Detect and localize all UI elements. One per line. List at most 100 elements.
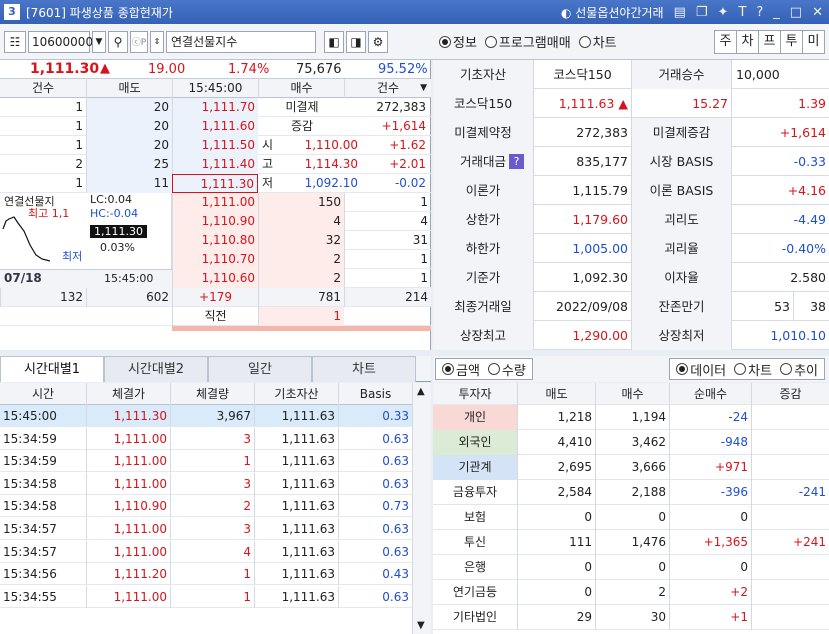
tick-row[interactable]: 15:34:59 1,111.00 1 1,111.63 0.63 — [0, 450, 431, 473]
stepper-icon[interactable]: ⇕ — [150, 30, 164, 53]
radio-info[interactable]: 정보 — [439, 32, 477, 51]
ask-count: 1 — [75, 138, 83, 152]
help-icon[interactable]: ? — [509, 154, 524, 169]
search-icon[interactable]: ⚲ — [108, 30, 128, 53]
investor-name[interactable]: 외국인 — [433, 430, 517, 455]
text-size-icon[interactable]: T — [738, 5, 746, 20]
scroll-up-icon[interactable]: ▲ — [417, 386, 425, 397]
info-label: 최종거래일 — [433, 292, 533, 321]
info-value: 10,000 — [731, 60, 829, 89]
code-hint-icon[interactable]: ⓒP — [130, 30, 148, 53]
ask-price[interactable]: 1,111.50 — [172, 136, 258, 155]
tab-tick-chart[interactable]: 차트 — [312, 356, 416, 382]
ask-price[interactable]: 1,111.60 — [172, 117, 258, 136]
ask-price[interactable]: 1,111.30 — [172, 174, 258, 193]
ask-price[interactable]: 1,111.70 — [172, 98, 258, 117]
tab-open-interest[interactable]: 미 — [802, 29, 825, 54]
bid-price[interactable]: 1,111.00 — [172, 193, 258, 212]
tick-row[interactable]: 15:34:59 1,111.00 3 1,111.63 0.63 — [0, 427, 431, 450]
radio-data[interactable]: 데이터 — [676, 360, 726, 379]
tick-row[interactable]: 15:34:58 1,111.00 3 1,111.63 0.63 — [0, 472, 431, 495]
investor-row: 보험 0 0 0 — [433, 505, 829, 530]
tab-program[interactable]: 프 — [758, 29, 781, 54]
bid-count: 31 — [344, 231, 431, 250]
radio-amount[interactable]: 금액 — [442, 360, 480, 379]
tab-time-2[interactable]: 시간대별2 — [104, 356, 208, 382]
tab-investor[interactable]: 투 — [780, 29, 803, 54]
investor-name[interactable]: 금융투자 — [433, 480, 517, 505]
link-window-icon[interactable]: ◧ — [324, 30, 344, 53]
info-label: 시장 BASIS — [631, 147, 731, 176]
bid-price[interactable]: 1,110.90 — [172, 212, 258, 231]
info-value: 1,010.10 — [731, 321, 829, 350]
tick-scrollbar[interactable]: ▲ ▼ — [412, 383, 431, 634]
radio-program[interactable]: 프로그램매매 — [484, 32, 571, 51]
investor-buy: 30 — [595, 605, 669, 630]
tick-row[interactable]: 15:34:57 1,111.00 3 1,111.63 0.63 — [0, 518, 431, 540]
tick-underlying: 1,111.63 — [254, 472, 338, 495]
ask-count: 1 — [75, 100, 83, 114]
investor-name[interactable]: 보험 — [433, 505, 517, 530]
tick-header: 시간 체결가 체결량 기초자산 Basis — [0, 383, 431, 405]
tab-time-1[interactable]: 시간대별1 — [0, 356, 104, 382]
tick-volume: 3 — [170, 472, 254, 495]
info-row: 하한가 1,005.00 괴리율 -0.40% — [433, 234, 829, 263]
tab-chart[interactable]: 차 — [736, 29, 759, 54]
info-label: 거래승수 — [631, 60, 731, 89]
investor-name[interactable]: 기관계 — [433, 455, 517, 480]
minimize-icon[interactable]: _ — [773, 5, 780, 20]
pin-icon[interactable]: ✦ — [718, 5, 729, 20]
total-diff: +179 — [172, 288, 258, 307]
radio-chart[interactable]: 차트 — [578, 32, 617, 51]
amount-qty-toggle: 금액 수량 — [435, 358, 533, 380]
help-icon[interactable]: ? — [756, 5, 763, 20]
info-label: 기준가 — [433, 263, 533, 292]
ask-price[interactable]: 1,111.40 — [172, 155, 258, 174]
tab-daily[interactable]: 일간 — [208, 356, 312, 382]
investor-name[interactable]: 기타법인 — [433, 605, 517, 630]
settings-gear-icon[interactable]: ⚙ — [368, 30, 388, 53]
tick-price: 1,111.00 — [86, 427, 170, 450]
bid-price[interactable]: 1,110.70 — [172, 250, 258, 269]
layout-icon[interactable]: ▤ — [674, 5, 686, 20]
radio-investor-chart[interactable]: 차트 — [734, 360, 772, 379]
tick-row[interactable]: 15:34:58 1,110.90 2 1,111.63 0.73 — [0, 495, 431, 518]
close-icon[interactable]: ✕ — [812, 5, 823, 20]
orderbook-header-cell: 건수 — [31, 81, 55, 95]
code-dropdown-icon[interactable]: ▼ — [92, 30, 106, 53]
investor-sell: 0 — [517, 580, 595, 605]
menu-icon[interactable]: ☷ — [4, 30, 26, 53]
scroll-down-icon[interactable]: ▼ — [417, 620, 425, 631]
investor-name[interactable]: 개인 — [433, 405, 517, 430]
tick-row[interactable]: 15:34:55 1,111.00 1 1,111.63 0.63 — [0, 585, 431, 608]
code-input[interactable]: 10600000 — [28, 30, 93, 53]
investor-name[interactable]: 은행 — [433, 555, 517, 580]
ohlc-label: 시 — [262, 138, 274, 152]
symbol-name-field[interactable]: 연결선물지수 — [166, 30, 316, 53]
ohlc-label: 저 — [262, 176, 274, 190]
tick-row[interactable]: 15:34:56 1,111.20 1 1,111.63 0.43 — [0, 563, 431, 586]
info-change: 15.27 — [631, 89, 731, 118]
radio-quantity[interactable]: 수량 — [487, 360, 526, 379]
radio-trend[interactable]: 추이 — [780, 360, 818, 379]
split-window-icon[interactable]: ◨ — [346, 30, 366, 53]
price-change: 19.00 — [148, 62, 186, 77]
investor-name[interactable]: 연기금등 — [433, 580, 517, 605]
tick-time: 15:34:58 — [3, 476, 57, 491]
tick-basis: 0.63 — [338, 540, 412, 563]
investor-delta — [751, 605, 829, 630]
investor-header-cell: 증감 — [751, 383, 829, 405]
night-trading-link[interactable]: ◐ 선물옵션야간거래 — [561, 4, 664, 21]
bid-price[interactable]: 1,110.60 — [172, 269, 258, 288]
tick-underlying: 1,111.63 — [254, 405, 338, 427]
maximize-icon[interactable]: □ — [790, 5, 802, 20]
investor-buy: 2,188 — [595, 480, 669, 505]
copy-window-icon[interactable]: ❐ — [696, 5, 708, 20]
bid-price[interactable]: 1,110.80 — [172, 231, 258, 250]
tick-row[interactable]: 15:45:00 1,111.30 3,967 1,111.63 0.33 — [0, 405, 431, 427]
tick-row[interactable]: 15:34:57 1,111.00 4 1,111.63 0.63 — [0, 540, 431, 563]
info-value: 1,092.30 — [533, 263, 631, 292]
chevron-down-icon[interactable]: ▼ — [420, 79, 427, 98]
investor-name[interactable]: 투신 — [433, 530, 517, 555]
tab-stock[interactable]: 주 — [714, 29, 737, 54]
